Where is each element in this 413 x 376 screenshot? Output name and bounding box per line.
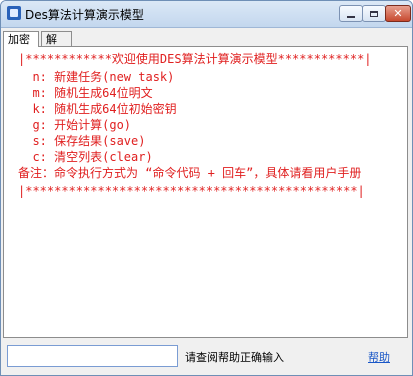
console-output[interactable]: |************欢迎使用DES算法计算演示模型************… <box>6 49 405 335</box>
close-button[interactable]: ✕ <box>385 5 411 22</box>
window-title: Des算法计算演示模型 <box>25 8 144 22</box>
input-hint: 请查阅帮助正确输入 <box>185 351 284 364</box>
console-line-clear: c: 清空列表(clear) <box>18 150 153 164</box>
tab-panel: |************欢迎使用DES算法计算演示模型************… <box>3 46 408 338</box>
console-line-key: k: 随机生成64位初始密钥 <box>18 102 177 116</box>
console-line-header: |************欢迎使用DES算法计算演示模型************… <box>18 52 372 66</box>
app-window: Des算法计算演示模型 ✕ 加密 解密 |************欢迎使用DES… <box>0 0 413 376</box>
console-line-note: 备注：命令执行方式为 “命令代码 + 回车”，具体请看用户手册 <box>18 166 362 180</box>
maximize-icon <box>370 10 378 17</box>
app-icon <box>7 6 21 20</box>
console-line-plaintext: m: 随机生成64位明文 <box>18 86 153 100</box>
help-link[interactable]: 帮助 <box>368 349 390 365</box>
tab-encrypt[interactable]: 加密 <box>3 31 39 47</box>
close-icon: ✕ <box>393 7 403 20</box>
maximize-button[interactable] <box>362 5 386 22</box>
minimize-icon <box>347 15 355 18</box>
minimize-button[interactable] <box>339 5 363 22</box>
console-line-new-task: n: 新建任务(new task) <box>18 70 175 84</box>
console-line-go: g: 开始计算(go) <box>18 118 132 132</box>
console-line-save: s: 保存结果(save) <box>18 134 146 148</box>
console-line-footer: |***************************************… <box>18 184 365 198</box>
title-bar[interactable]: Des算法计算演示模型 ✕ <box>1 1 412 28</box>
tab-decrypt[interactable]: 解密 <box>41 31 72 61</box>
command-input[interactable] <box>7 345 178 367</box>
